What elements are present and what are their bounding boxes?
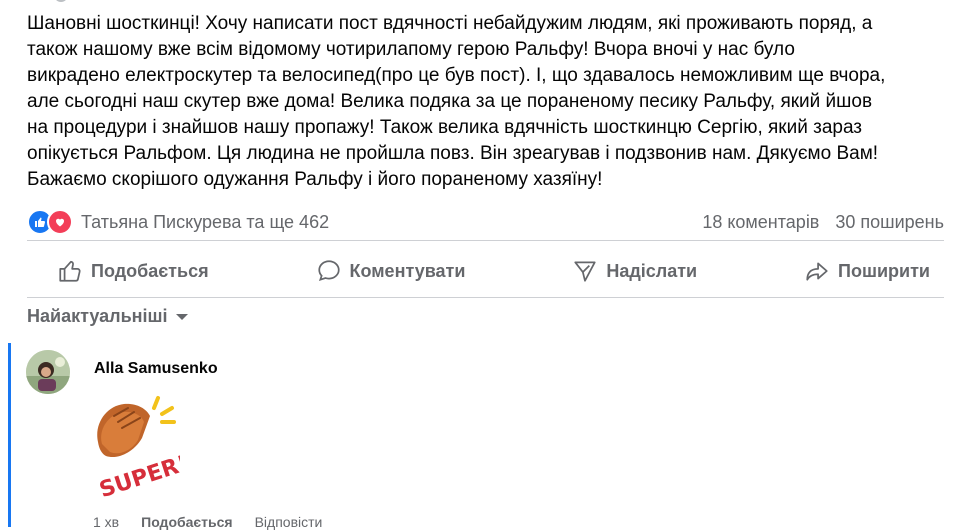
send-button[interactable]: Надіслати	[544, 248, 725, 294]
comment-bubble-icon	[317, 260, 340, 282]
avatar[interactable]	[26, 350, 70, 394]
thumbs-up-icon	[59, 260, 81, 282]
comment-label: Коментувати	[349, 260, 466, 281]
comment-button[interactable]: Коментувати	[288, 248, 494, 294]
comment-author[interactable]: Alla Samusenko	[94, 360, 218, 378]
like-label: Подобається	[91, 260, 209, 281]
sticker-text: SUPER!	[96, 451, 180, 502]
post-actions: Подобається Коментувати Надіслати Пошири…	[27, 246, 944, 296]
send-icon	[574, 261, 596, 282]
like-button[interactable]: Подобається	[27, 248, 237, 294]
reaction-icons[interactable]	[27, 209, 73, 235]
divider	[27, 297, 944, 298]
clapping-hands-sticker: SUPER!	[84, 394, 192, 503]
comment-like-button[interactable]: Подобається	[141, 514, 232, 530]
share-icon	[806, 262, 828, 281]
shares-count[interactable]: 30 поширень	[835, 212, 944, 233]
comment-reply-button[interactable]: Відповісти	[255, 514, 323, 530]
share-button[interactable]: Поширити	[776, 248, 944, 294]
comment-sort-dropdown[interactable]: Найактуальніші	[27, 306, 190, 327]
comment-time[interactable]: 1 хв	[93, 514, 119, 530]
post-text: Шановні шосткинці! Хочу написати пост вд…	[27, 13, 886, 190]
love-reaction-icon	[47, 209, 73, 235]
comment-highlight-bar	[8, 343, 11, 527]
reactions-summary[interactable]: Татьяна Пискурева та ще 462	[81, 212, 702, 233]
comments-count[interactable]: 18 коментарів	[702, 212, 819, 233]
caret-down-icon	[175, 313, 188, 320]
sort-label: Найактуальніші	[27, 306, 168, 326]
post-stats-row: Татьяна Пискурева та ще 462 18 коментарі…	[27, 208, 944, 236]
partial-avatar-icon	[54, 0, 68, 2]
comment-meta: 1 хв Подобається Відповісти	[93, 514, 322, 530]
divider	[27, 240, 944, 241]
share-label: Поширити	[838, 260, 930, 281]
send-label: Надіслати	[606, 260, 698, 281]
